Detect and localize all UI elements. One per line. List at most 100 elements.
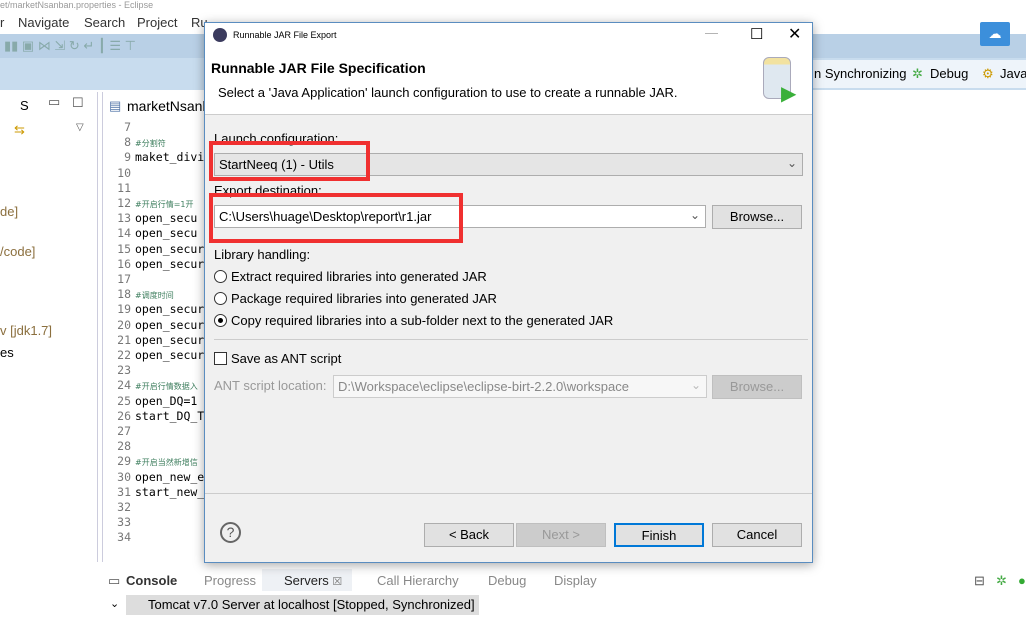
code-comment: #开启当然新增信 [135, 458, 198, 468]
editor-tab[interactable]: marketNsanb [127, 98, 210, 114]
maximize-button[interactable]: ☐ [750, 25, 763, 43]
tree-item[interactable]: es [0, 345, 14, 360]
menu-navigate[interactable]: Navigate [18, 15, 69, 30]
chevron-down-icon: ⌄ [689, 208, 700, 222]
ant-location-label: ANT script location: [214, 378, 327, 393]
tree-item[interactable]: de] [0, 204, 18, 219]
code-line: start_DQ_T [135, 408, 205, 423]
help-icon[interactable]: ? [220, 522, 241, 543]
maximize-icon[interactable]: ☐ [72, 95, 84, 111]
minimize-icon[interactable]: ▭ [48, 94, 60, 110]
code-line: open_secur [135, 348, 205, 362]
library-option-label[interactable]: Package required libraries into generate… [231, 291, 497, 306]
view-menu-icon[interactable]: ▽ [76, 122, 84, 133]
code-comment: #开启行情数据入 [135, 382, 198, 392]
library-option-label[interactable]: Extract required libraries into generate… [231, 269, 487, 284]
save-ant-checkbox[interactable] [214, 352, 227, 365]
back-button[interactable]: < Back [424, 523, 514, 547]
collapse-icon[interactable]: ⊟ [974, 573, 985, 589]
line-number: 11 [117, 180, 131, 195]
line-number: 15 [117, 241, 131, 256]
package-explorer: S ▭ ☐ ⇆ ▽ de] /code] v [jdk1.7] es [0, 92, 98, 562]
save-ant-label[interactable]: Save as ANT script [231, 351, 341, 366]
view-tab[interactable]: S [20, 98, 29, 113]
start-server-icon[interactable]: ● [1018, 573, 1026, 588]
perspective-bar: n Synchronizing ✲ Debug ⚙ Java [812, 60, 1026, 88]
chevron-down-icon: ⌄ [690, 378, 701, 392]
menu-item[interactable]: r [0, 15, 4, 30]
eclipse-icon [213, 28, 227, 42]
menu-search[interactable]: Search [84, 15, 125, 30]
close-button[interactable]: ✕ [788, 24, 801, 44]
tab-call-hierarchy[interactable]: Call Hierarchy [377, 573, 459, 588]
dialog-titlebar: Runnable JAR File Export — ☐ ✕ [205, 23, 812, 49]
line-number: 25 [117, 393, 131, 408]
library-option-label[interactable]: Copy required libraries into a sub-folde… [231, 313, 613, 328]
library-option-radio[interactable] [214, 270, 227, 283]
divider [214, 339, 808, 340]
window-title: et/marketNsanban.properties - Eclipse [0, 0, 1026, 12]
toolbar-icons[interactable]: ▮▮ ▣ ⋈ ⇲ ↻ ↵ ┃ ☰ ⊤ [4, 38, 136, 54]
code-comment: #分割符 [135, 139, 166, 149]
code-line: maket_divi [135, 150, 205, 165]
debug-server-icon[interactable]: ✲ [996, 573, 1007, 589]
line-number: 33 [117, 515, 131, 530]
line-number: 30 [117, 469, 131, 484]
tree-item[interactable]: /code] [0, 244, 35, 259]
line-number: 20 [117, 317, 131, 332]
editor[interactable]: ▤ marketNsanb 7 8 #分割符 9 maket_divi 10 11 12 #开启… [102, 92, 212, 562]
bug-icon: ✲ [912, 66, 923, 81]
line-number: 31 [117, 484, 131, 499]
finish-button[interactable]: Finish [614, 523, 704, 547]
menu-project[interactable]: Project [137, 15, 177, 30]
line-number: 12 [117, 196, 131, 210]
bottom-panel: ▭ Console Progress Servers ☒ Call Hierar… [102, 566, 1026, 617]
tab-progress[interactable]: Progress [204, 573, 256, 588]
browse-button[interactable]: Browse... [712, 205, 802, 229]
line-number: 7 [124, 120, 131, 134]
line-number: 8 [124, 135, 131, 150]
server-item[interactable]: Tomcat v7.0 Server at localhost [Stopped… [126, 595, 479, 615]
dialog-header: Runnable JAR File Specification Select a… [205, 49, 812, 115]
radio-dot [218, 318, 223, 323]
line-number: 21 [117, 332, 131, 347]
line-number: 22 [117, 348, 131, 362]
tab-servers[interactable]: Servers ☒ [262, 569, 352, 591]
tree-item[interactable]: v [jdk1.7] [0, 323, 52, 338]
perspective-synchronizing[interactable]: n Synchronizing [814, 66, 907, 81]
chevron-down-icon: ⌄ [786, 156, 797, 170]
console-icon: ▭ [108, 573, 121, 588]
tab-console[interactable]: Console [126, 573, 177, 588]
dialog-heading: Runnable JAR File Specification [211, 60, 426, 76]
cloud-icon[interactable]: ☁ [980, 22, 1010, 46]
perspective-java[interactable]: Java [1000, 66, 1026, 81]
line-number: 23 [117, 363, 131, 378]
library-handling-label: Library handling: [214, 247, 311, 262]
line-number: 18 [117, 287, 131, 302]
ant-location-input[interactable]: D:\Workspace\eclipse\eclipse-birt-2.2.0\… [333, 375, 707, 398]
close-icon[interactable]: ☒ [332, 576, 342, 588]
minimize-button[interactable]: — [705, 25, 718, 40]
line-number: 29 [117, 454, 131, 469]
line-number: 26 [117, 408, 131, 423]
code-line: open_secu [135, 211, 198, 226]
tab-display[interactable]: Display [554, 573, 597, 588]
expand-chevron-icon[interactable]: ⌄ [110, 597, 119, 610]
ant-browse-button[interactable]: Browse... [712, 375, 802, 399]
code-line: open_secur [135, 241, 205, 256]
library-option-radio[interactable] [214, 314, 227, 327]
line-number: 10 [117, 165, 131, 180]
line-number: 14 [117, 226, 131, 241]
next-button[interactable]: Next > [516, 523, 606, 547]
cancel-button[interactable]: Cancel [712, 523, 802, 547]
line-number: 34 [117, 530, 131, 545]
perspective-debug[interactable]: Debug [930, 66, 968, 81]
code-line: open_secu [135, 226, 198, 241]
library-option-radio[interactable] [214, 292, 227, 305]
line-number: 19 [117, 302, 131, 317]
code-line: open_DQ=1 [135, 393, 198, 408]
line-number: 28 [117, 439, 131, 454]
file-icon: ▤ [109, 98, 122, 113]
link-icon[interactable]: ⇆ [14, 122, 25, 138]
tab-debug[interactable]: Debug [488, 573, 526, 588]
